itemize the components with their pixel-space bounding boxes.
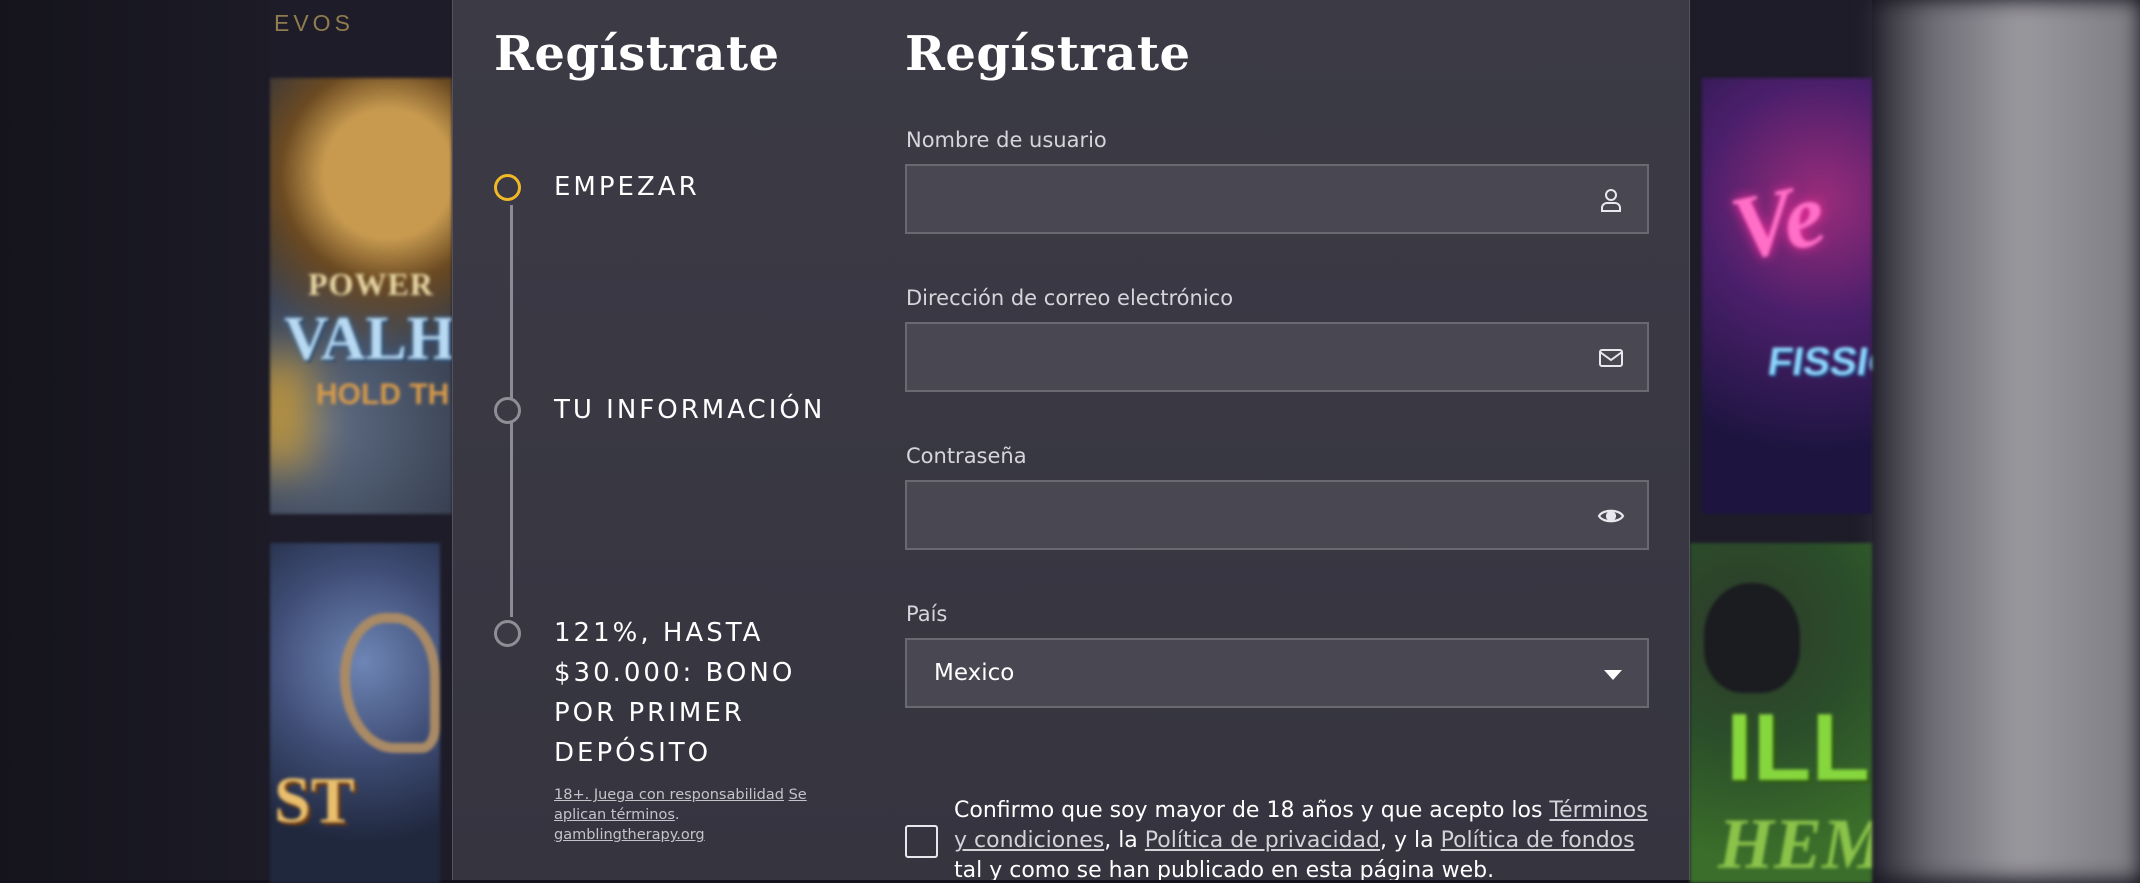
chevron-down-icon: [1604, 670, 1622, 680]
game-tile-vegas: Ve FISSIO: [1702, 78, 1872, 514]
bonus-terms: 18+. Juega con responsabilidad Se aplica…: [554, 787, 807, 843]
consent-text: Confirmo que soy mayor de 18 años y que …: [954, 798, 1648, 880]
gambling-therapy-link[interactable]: gamblingtherapy.org: [554, 827, 705, 843]
registration-modal: Regístrate Regístrate EMPEZAR TU INFORMA…: [452, 0, 1690, 880]
game-tile-text: Ve: [1722, 161, 1834, 281]
game-tile-text: HEM: [1718, 804, 1872, 883]
game-tile-valhalla: POWER VALH HOLD TH: [270, 78, 452, 514]
background-right: [1872, 0, 2140, 880]
responsible-gaming-link[interactable]: 18+. Juega con responsabilidad: [554, 787, 784, 803]
country-selected-value: Mexico: [934, 660, 1015, 686]
game-tile-text: HOLD TH: [316, 378, 450, 411]
game-tile-text: ST: [274, 764, 355, 837]
game-tile-gorilla: ILLA HEM: [1690, 543, 1872, 883]
step-indicator: [494, 620, 521, 647]
password-label: Contraseña: [906, 444, 1027, 468]
step-label-start: EMPEZAR: [554, 172, 700, 202]
funds-policy-link[interactable]: Política de fondos: [1441, 828, 1635, 853]
mail-icon: [1599, 349, 1623, 367]
game-tile-text: FISSIO: [1764, 340, 1872, 384]
privacy-link[interactable]: Política de privacidad: [1145, 828, 1380, 853]
password-field-wrapper: [905, 480, 1649, 550]
country-select[interactable]: Mexico: [905, 638, 1649, 708]
email-field-wrapper: [905, 322, 1649, 392]
country-label: País: [906, 602, 948, 626]
background-left: [0, 0, 270, 880]
form-title: Regístrate: [905, 26, 1191, 82]
step-label-info: TU INFORMACIÓN: [554, 395, 826, 425]
background-section-label: EVOS: [274, 10, 354, 36]
terms-checkbox[interactable]: [905, 825, 938, 858]
password-input[interactable]: [907, 482, 1567, 548]
game-tile-text: VALH: [284, 305, 452, 373]
step-indicator-active: [494, 174, 521, 201]
user-icon: [1601, 189, 1621, 212]
game-tile-text: ILLA: [1726, 694, 1872, 801]
game-tile-quest: ST: [270, 543, 440, 883]
game-tile-text: POWER: [308, 266, 434, 302]
username-label: Nombre de usuario: [906, 128, 1107, 152]
username-input[interactable]: [907, 166, 1567, 232]
step-indicator: [494, 397, 521, 424]
modal-title-left: Regístrate: [494, 26, 780, 82]
step-label-bonus: 121%, HASTA $30.000: BONO POR PRIMER DEP…: [554, 618, 796, 768]
email-input[interactable]: [907, 324, 1567, 390]
eye-icon[interactable]: [1597, 502, 1625, 530]
email-label: Dirección de correo electrónico: [906, 286, 1234, 310]
username-field-wrapper: [905, 164, 1649, 234]
